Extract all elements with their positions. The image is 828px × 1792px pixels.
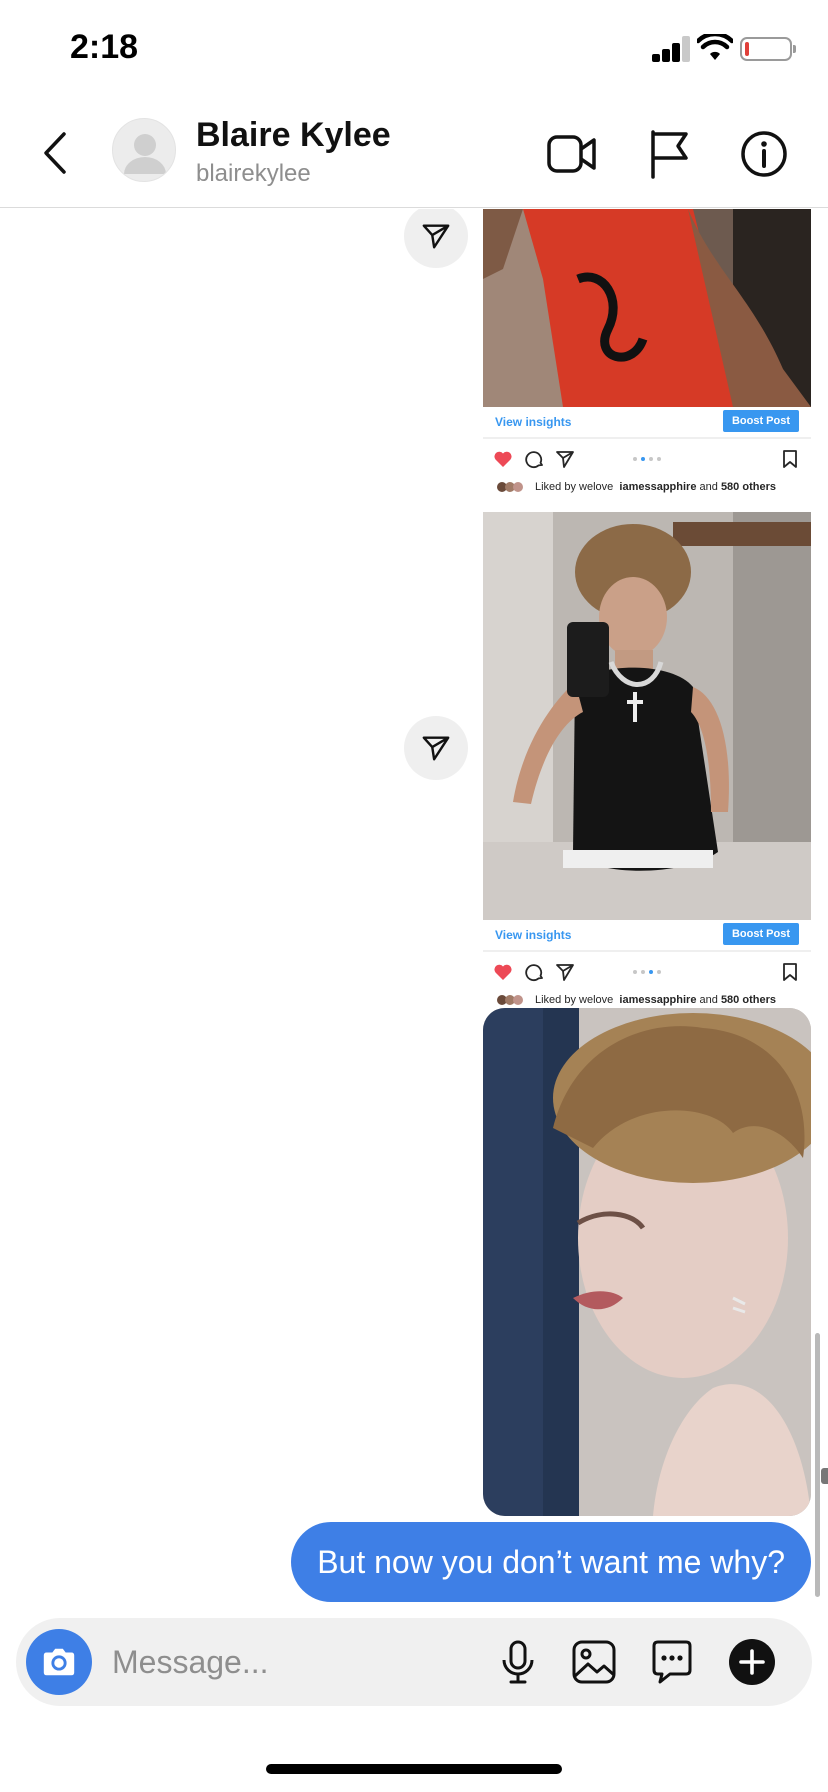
camera-button[interactable] (26, 1629, 92, 1695)
liker-avatars (497, 994, 525, 1006)
flag-icon[interactable] (644, 128, 696, 180)
gallery-icon[interactable] (570, 1638, 618, 1686)
post-photo[interactable] (483, 209, 811, 407)
chevron-left-icon[interactable] (36, 128, 76, 178)
shared-post[interactable]: View insights Boost Post Liked by welove… (483, 209, 811, 499)
status-time: 2:18 (70, 28, 139, 66)
contact-name[interactable]: Blaire Kylee (196, 116, 391, 155)
post-insights-bar: View insights Boost Post (483, 407, 811, 439)
photo-message[interactable] (483, 1008, 811, 1516)
post-photo-image (483, 512, 811, 920)
comment-icon[interactable] (525, 449, 545, 469)
post-actions (483, 441, 811, 475)
video-camera-icon[interactable] (546, 128, 598, 180)
bookmark-icon[interactable] (780, 449, 800, 469)
carousel-dots (633, 457, 667, 463)
message-input[interactable] (112, 1640, 412, 1684)
battery-level (745, 42, 749, 56)
plus-icon[interactable] (728, 1638, 776, 1686)
post-actions (483, 954, 811, 988)
wifi-icon (697, 34, 733, 60)
liked-by-text[interactable]: Liked by welove iamessapphire and 580 ot… (535, 481, 776, 493)
paper-plane-icon[interactable] (555, 449, 575, 469)
cellular-signal-icon (652, 36, 692, 62)
avatar[interactable] (112, 118, 176, 182)
photo-message-image (483, 1008, 811, 1516)
scrollbar-thumb[interactable] (821, 1468, 828, 1484)
chat-header: Blaire Kylee blairekylee (0, 100, 828, 208)
post-insights-bar: View insights Boost Post (483, 920, 811, 952)
home-indicator[interactable] (266, 1764, 562, 1774)
sticker-chat-icon[interactable] (648, 1638, 696, 1686)
liked-by-text[interactable]: Liked by welove iamessapphire and 580 ot… (535, 994, 776, 1006)
contact-username[interactable]: blairekylee (196, 160, 311, 188)
scrollbar[interactable] (815, 1333, 820, 1597)
liked-by-line: Liked by welove iamessapphire and 580 ot… (483, 994, 811, 1006)
shared-post[interactable]: View insights Boost Post Liked by welove… (483, 512, 811, 1006)
forward-post-button[interactable] (404, 716, 468, 780)
comment-icon[interactable] (525, 962, 545, 982)
camera-icon (43, 1648, 75, 1676)
carousel-dots (633, 970, 667, 976)
post-photo[interactable] (483, 512, 811, 920)
message-thread[interactable]: View insights Boost Post Liked by welove… (0, 209, 828, 1609)
view-insights-link[interactable]: View insights (495, 415, 571, 429)
forward-post-button[interactable] (404, 209, 468, 268)
paper-plane-icon (422, 736, 450, 761)
liked-by-line: Liked by welove iamessapphire and 580 ot… (483, 481, 811, 495)
heart-filled-icon[interactable] (493, 962, 513, 982)
status-bar: 2:18 (0, 0, 828, 100)
paper-plane-icon[interactable] (555, 962, 575, 982)
default-avatar-icon (124, 134, 166, 174)
boost-post-button[interactable]: Boost Post (722, 923, 799, 945)
paper-plane-icon (422, 224, 450, 249)
post-photo-image (483, 209, 811, 407)
info-icon[interactable] (738, 128, 790, 180)
message-composer (16, 1618, 812, 1706)
view-insights-link[interactable]: View insights (495, 928, 571, 942)
message-bubble[interactable]: But now you don’t want me why? (291, 1522, 811, 1602)
liker-avatars (497, 481, 525, 495)
heart-filled-icon[interactable] (493, 449, 513, 469)
bookmark-icon[interactable] (780, 962, 800, 982)
microphone-icon[interactable] (494, 1638, 542, 1686)
battery-icon (740, 37, 796, 61)
boost-post-button[interactable]: Boost Post (722, 410, 799, 432)
